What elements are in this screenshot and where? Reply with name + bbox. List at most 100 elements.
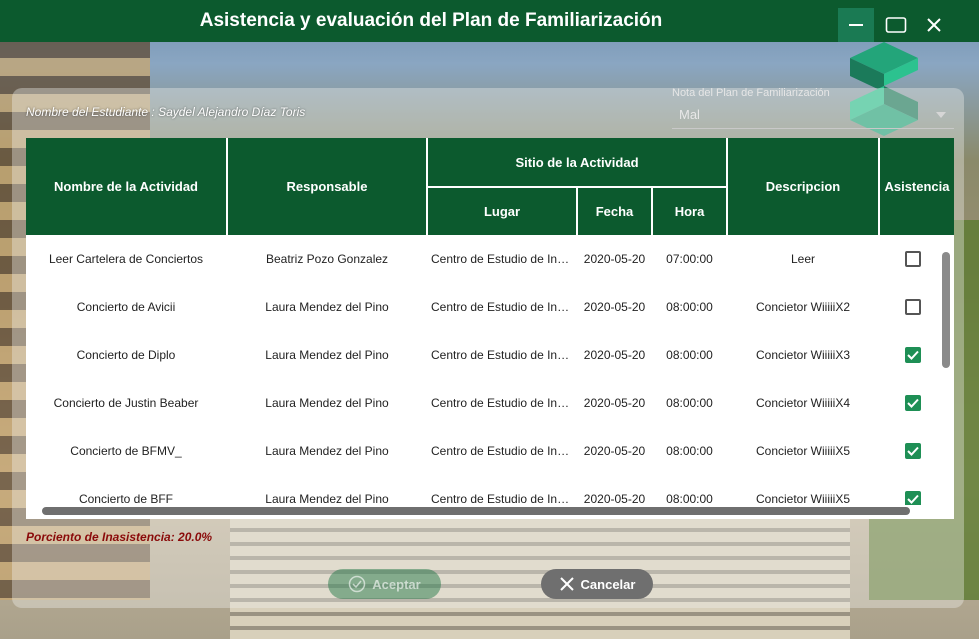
close-button[interactable]: [916, 8, 952, 42]
header-divider: [726, 138, 728, 235]
table-body: Leer Cartelera de Conciertos Beatriz Poz…: [26, 235, 940, 505]
cell-responsible: Laura Mendez del Pino: [265, 444, 389, 458]
grade-select[interactable]: Mal: [672, 102, 954, 129]
header-description[interactable]: Descripcion: [728, 138, 878, 235]
cell-description: Leer: [790, 252, 816, 266]
maximize-icon: [885, 17, 907, 33]
title-bar[interactable]: Asistencia y evaluación del Plan de Fami…: [0, 0, 979, 42]
cell-activity: Concierto de Diplo: [76, 348, 176, 362]
check-icon: [907, 398, 919, 408]
header-divider: [651, 187, 653, 235]
cell-time: 08:00:00: [666, 444, 713, 458]
header-date[interactable]: Fecha: [578, 188, 651, 235]
check-icon: [907, 494, 919, 504]
close-icon: [927, 18, 941, 32]
activities-table[interactable]: Nombre de la Actividad Responsable Sitio…: [26, 138, 954, 519]
table-row[interactable]: Concierto de Justin Beaber Laura Mendez …: [26, 379, 940, 427]
vertical-scrollbar[interactable]: [942, 252, 950, 368]
minimize-button[interactable]: [838, 8, 874, 42]
cell-description: Concietor WiiiiiX2: [755, 300, 851, 314]
grade-value: Mal: [679, 107, 700, 122]
cell-time: 08:00:00: [666, 492, 713, 505]
cell-description: Concietor WiiiiiX5: [755, 492, 851, 505]
header-divider: [878, 138, 880, 235]
accept-button-label: Aceptar: [372, 576, 421, 592]
cell-attendance: [880, 379, 940, 427]
table-row[interactable]: Leer Cartelera de Conciertos Beatriz Poz…: [26, 235, 940, 283]
cell-description: Concietor WiiiiiX5: [755, 444, 851, 458]
attendance-checkbox[interactable]: [905, 491, 921, 505]
cell-place-text: Centro de Estudio de Ingeniería: [431, 396, 574, 410]
cell-place-text: Centro de Estudio de Ingeniería: [431, 300, 574, 314]
cell-date: 2020-05-20: [583, 300, 646, 314]
cell-activity: Concierto de BFF: [78, 492, 174, 505]
header-attendance[interactable]: Asistencia: [880, 138, 954, 235]
cell-responsible: Laura Mendez del Pino: [265, 348, 389, 362]
cell-date: 2020-05-20: [583, 252, 646, 266]
header-responsible[interactable]: Responsable: [228, 138, 426, 235]
cell-place-text: Centro de Estudio de Ingeniería: [431, 492, 574, 505]
table-header: Nombre de la Actividad Responsable Sitio…: [26, 138, 954, 235]
cell-responsible: Laura Mendez del Pino: [265, 300, 389, 314]
cell-time: 08:00:00: [666, 348, 713, 362]
table-row[interactable]: Concierto de BFF Laura Mendez del Pino C…: [26, 475, 940, 505]
attendance-checkbox[interactable]: [905, 251, 921, 267]
cell-responsible: Laura Mendez del Pino: [265, 396, 389, 410]
header-divider: [428, 186, 726, 188]
attendance-checkbox[interactable]: [905, 347, 921, 363]
accept-button[interactable]: Aceptar: [328, 569, 441, 599]
grade-label: Nota del Plan de Familiarización: [672, 87, 830, 99]
table-row[interactable]: Concierto de Avicii Laura Mendez del Pin…: [26, 283, 940, 331]
cell-place: Centro de Estudio de Ingeniería: [431, 235, 574, 283]
student-name: Nombre del Estudiante : Saydel Alejandro…: [26, 105, 306, 119]
attendance-checkbox[interactable]: [905, 299, 921, 315]
cell-attendance: [880, 427, 940, 475]
cell-activity: Concierto de Avicii: [76, 300, 176, 314]
header-activity[interactable]: Nombre de la Actividad: [26, 138, 226, 235]
chevron-down-icon: [936, 112, 946, 118]
minimize-icon: [849, 24, 863, 26]
maximize-button[interactable]: [878, 8, 914, 42]
absence-percentage: Porciento de Inasistencia: 20.0%: [26, 530, 213, 544]
cell-time: 07:00:00: [666, 252, 713, 266]
cell-place: Centro de Estudio de Ingeniería: [431, 283, 574, 331]
cell-responsible: Laura Mendez del Pino: [265, 492, 389, 505]
header-site: Sitio de la Actividad: [515, 154, 639, 170]
table-row[interactable]: Concierto de BFMV_ Laura Mendez del Pino…: [26, 427, 940, 475]
cell-place-text: Centro de Estudio de Ingeniería: [431, 252, 574, 266]
table-row[interactable]: Concierto de Diplo Laura Mendez del Pino…: [26, 331, 940, 379]
check-circle-icon: [349, 575, 366, 593]
window-title: Asistencia y evaluación del Plan de Fami…: [199, 10, 663, 31]
header-place[interactable]: Lugar: [428, 188, 576, 235]
cell-description: Concietor WiiiiiX4: [755, 396, 851, 410]
attendance-checkbox[interactable]: [905, 395, 921, 411]
cell-place-text: Centro de Estudio de Ingeniería: [431, 444, 574, 458]
cell-attendance: [880, 475, 940, 505]
cell-attendance: [880, 283, 940, 331]
close-icon: [559, 577, 574, 591]
cell-attendance: [880, 331, 940, 379]
check-icon: [907, 350, 919, 360]
cancel-button[interactable]: Cancelar: [541, 569, 653, 599]
cell-date: 2020-05-20: [583, 492, 646, 505]
cancel-button-label: Cancelar: [580, 576, 636, 592]
cell-place: Centro de Estudio de Ingeniería: [431, 427, 574, 475]
cell-date: 2020-05-20: [583, 348, 646, 362]
cell-time: 08:00:00: [666, 396, 713, 410]
cell-description: Concietor WiiiiiX3: [755, 348, 851, 362]
header-divider: [226, 138, 228, 235]
cell-activity: Concierto de BFMV_: [70, 444, 182, 458]
attendance-checkbox[interactable]: [905, 443, 921, 459]
horizontal-scrollbar[interactable]: [42, 507, 910, 515]
header-divider: [576, 187, 578, 235]
cell-place-text: Centro de Estudio de Ingeniería: [431, 348, 574, 362]
cell-place: Centro de Estudio de Ingeniería: [431, 475, 574, 505]
cell-activity: Leer Cartelera de Conciertos: [48, 252, 204, 266]
cell-responsible: Beatriz Pozo Gonzalez: [265, 252, 389, 266]
cell-place: Centro de Estudio de Ingeniería: [431, 379, 574, 427]
cell-activity: Concierto de Justin Beaber: [53, 396, 199, 410]
header-time[interactable]: Hora: [653, 188, 726, 235]
cell-attendance: [880, 235, 940, 283]
cell-date: 2020-05-20: [583, 444, 646, 458]
check-icon: [907, 446, 919, 456]
